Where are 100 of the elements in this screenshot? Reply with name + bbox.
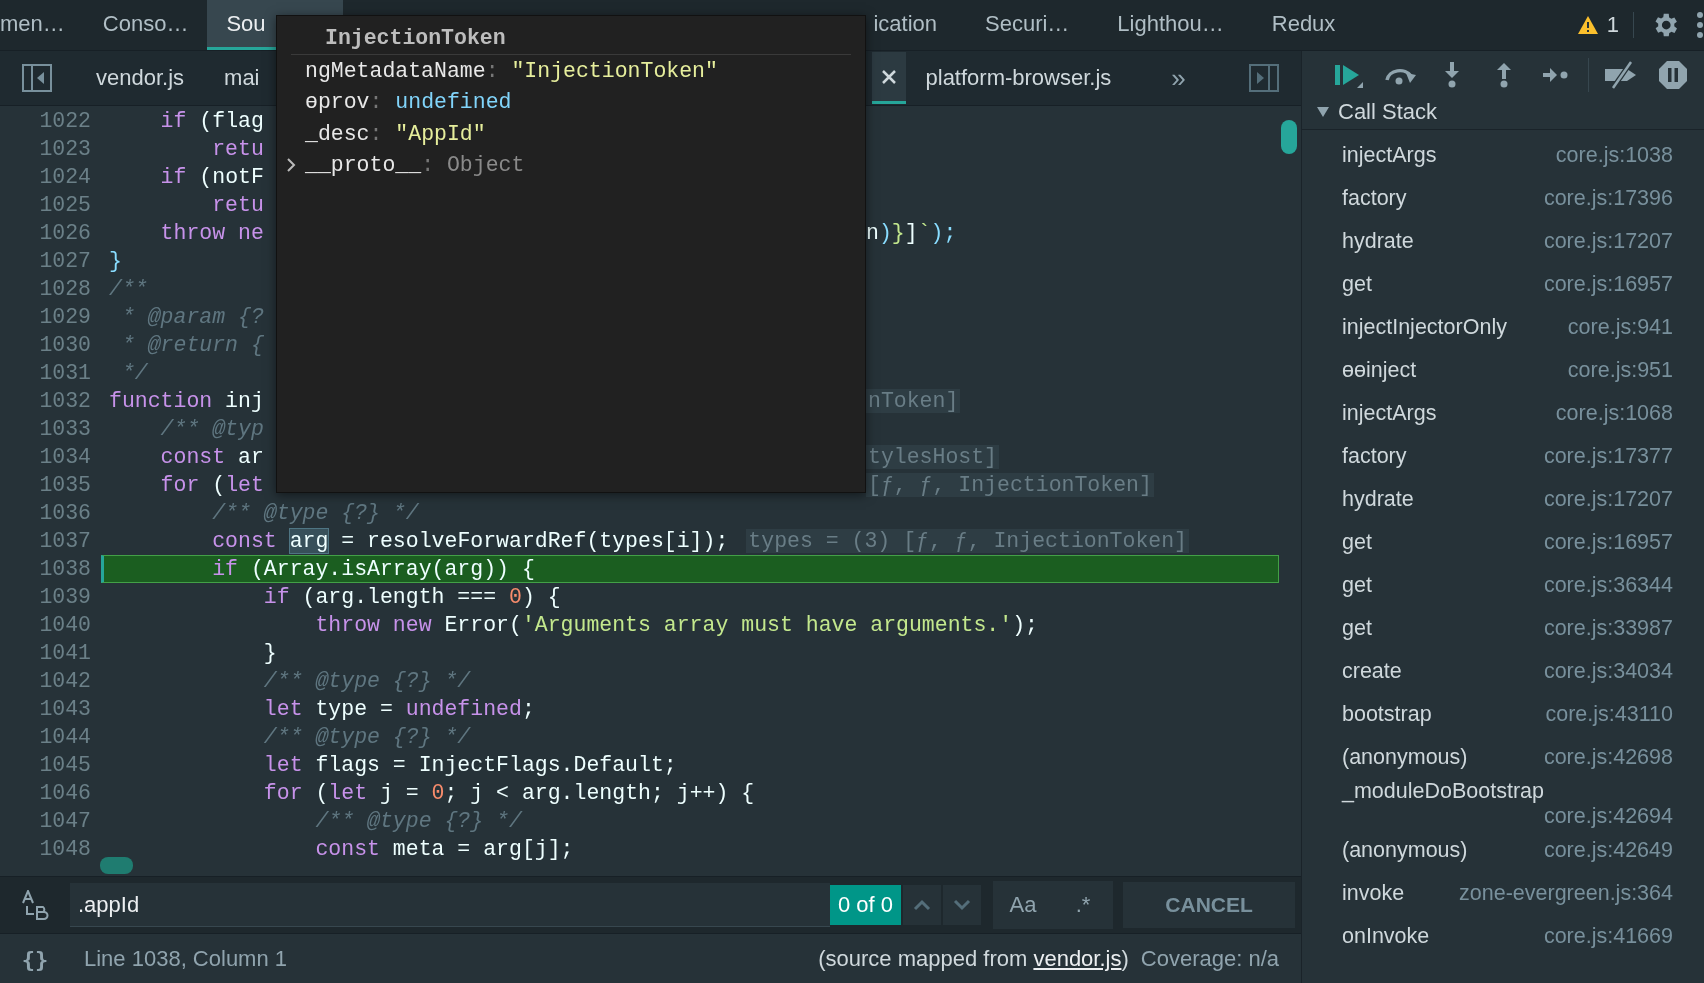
call-frame[interactable]: (anonymous) core.js:42649 <box>1302 829 1704 872</box>
code-line: /** @type {?} */ <box>314 809 522 833</box>
line-number: 1026 <box>38 221 91 245</box>
line-number: 1029 <box>38 305 91 329</box>
call-frame[interactable]: factory core.js:17396 <box>1302 177 1704 220</box>
object-property: _desc: "AppId" <box>304 120 487 148</box>
code-line: /** @type {?} */ <box>262 725 471 749</box>
call-frame[interactable]: hydrate core.js:17207 <box>1302 220 1704 263</box>
code-line: /** @type {?} */ <box>262 669 471 693</box>
popover-title: InjectionToken <box>291 22 851 55</box>
code-line: * @return { <box>120 333 264 357</box>
call-frame[interactable]: get core.js:33987 <box>1302 607 1704 650</box>
object-property: ɵprov: undefined <box>304 89 513 117</box>
match-count: 0 of 0 <box>830 885 902 925</box>
panel-tab[interactable]: Securi… <box>961 0 1094 50</box>
code-line: const arg = resolveForwardRef(types[i]); <box>211 529 729 553</box>
line-number: 1042 <box>38 669 91 693</box>
code-line: throw new Error('Arguments array must have arguments.'); <box>314 613 1038 637</box>
code-line: /** <box>109 277 148 301</box>
panel-tab[interactable]: men… <box>0 0 84 50</box>
call-frame[interactable]: onInvoke core.js:41669 <box>1302 915 1704 958</box>
call-frame[interactable]: get core.js:36344 <box>1302 564 1704 607</box>
line-number: 1027 <box>38 249 91 273</box>
line-number: 1034 <box>38 445 91 469</box>
line-number: 1044 <box>38 725 91 749</box>
call-frame[interactable]: invoke zone-evergreen.js:364 <box>1302 872 1704 915</box>
code-fragment: n)}]`); <box>866 221 957 245</box>
code-line: throw ne <box>159 221 264 245</box>
line-number: 1036 <box>38 501 91 525</box>
line-number: 1023 <box>38 137 91 161</box>
more-tabs-button[interactable]: » <box>1171 62 1186 94</box>
call-frame[interactable]: injectArgs core.js:1038 <box>1302 134 1704 177</box>
line-number: 1033 <box>38 417 91 441</box>
call-frame[interactable]: injectInjectorOnly core.js:941 <box>1302 306 1704 349</box>
call-frame[interactable]: hydrate core.js:17207 <box>1302 478 1704 521</box>
object-property: ngMetadataName: "InjectionToken" <box>304 57 719 85</box>
panel-tab[interactable]: ication <box>873 0 961 50</box>
source-map-note: (source mapped from vendor.js) <box>818 946 1129 972</box>
coverage-label: Coverage: n/a <box>1140 946 1279 972</box>
code-line: const meta = arg[j]; <box>314 837 574 861</box>
call-frame[interactable]: get core.js:16957 <box>1302 263 1704 306</box>
line-number: 1046 <box>38 781 91 805</box>
line-number: 1022 <box>38 109 91 133</box>
section-title[interactable]: Call Stack <box>1338 99 1438 125</box>
call-frame[interactable]: _moduleDoBootstrap core.js:42694 <box>1302 779 1704 829</box>
line-number: 1039 <box>38 585 91 609</box>
call-frame[interactable]: (anonymous) core.js:42698 <box>1302 736 1704 779</box>
line-number: 1037 <box>38 529 91 553</box>
panel-tab[interactable]: Conso… <box>83 0 208 50</box>
inline-value: [ƒ, ƒ, InjectionToken] <box>866 473 1154 497</box>
file-tab[interactable]: platform-browser.js <box>905 65 1132 91</box>
call-frame[interactable]: factory core.js:17377 <box>1302 435 1704 478</box>
code-line: retu <box>211 193 264 217</box>
line-number: 1032 <box>38 389 91 413</box>
line-number: 1028 <box>38 277 91 301</box>
code-line: } <box>109 249 122 273</box>
code-line: /** @type {?} */ <box>211 501 419 525</box>
file-tab[interactable]: vendor.js <box>76 65 205 91</box>
code-line: if (flag <box>159 109 264 133</box>
code-line: let flags = InjectFlags.Default; <box>262 753 677 777</box>
panel-tab[interactable]: Redux <box>1247 0 1360 50</box>
source-link[interactable]: vendor.js <box>1033 946 1122 971</box>
call-frame[interactable]: create core.js:34034 <box>1302 650 1704 693</box>
line-number: 1045 <box>38 753 91 777</box>
line-number: 1047 <box>38 809 91 833</box>
code-line: if (Array.isArray(arg)) { <box>211 557 535 581</box>
code-line: /** @typ <box>159 417 264 441</box>
call-frame[interactable]: ɵɵinject core.js:951 <box>1302 349 1704 392</box>
panel-tab[interactable]: Lighthou… <box>1093 0 1248 50</box>
match-case-button[interactable]: Aa <box>993 881 1054 929</box>
call-frame[interactable]: injectArgs core.js:1068 <box>1302 392 1704 435</box>
code-line: if (arg.length === 0) { <box>262 585 561 609</box>
code-line: if (notF <box>159 165 264 189</box>
cancel-button[interactable]: CANCEL <box>1123 882 1296 928</box>
file-tab[interactable]: mai <box>204 65 280 91</box>
code-line: function inj <box>109 389 264 413</box>
line-number: 1041 <box>38 641 91 665</box>
search-field[interactable]: .appId <box>70 883 830 927</box>
regex-button[interactable]: .* <box>1053 881 1114 929</box>
call-frame[interactable]: get core.js:16957 <box>1302 521 1704 564</box>
inline-value: types = (3) [ƒ, ƒ, InjectionToken] <box>746 529 1189 553</box>
code-line: let type = undefined; <box>262 697 535 721</box>
inline-value: tylesHost] <box>866 445 1000 469</box>
line-number: 1038 <box>38 557 91 581</box>
cursor-position: Line 1038, Column 1 <box>84 946 288 972</box>
object-property[interactable]: __proto__: Object <box>291 149 851 181</box>
code-line: for (let <box>159 473 264 497</box>
code-line: retu <box>211 137 264 161</box>
warning-counter[interactable]: 1 <box>1576 12 1634 38</box>
code-line: * @param {? <box>120 305 264 329</box>
code-line: } <box>262 641 277 665</box>
line-number: 1024 <box>38 165 91 189</box>
inline-value: nToken] <box>866 389 961 413</box>
code-line: const ar <box>159 445 264 469</box>
line-number: 1025 <box>38 193 91 217</box>
line-number: 1043 <box>38 697 91 721</box>
code-line: for (let j = 0; j < arg.length; j++) { <box>262 781 755 805</box>
call-frame[interactable]: bootstrap core.js:43110 <box>1302 693 1704 736</box>
pretty-print-button[interactable]: {} <box>0 946 70 972</box>
line-number: 1030 <box>38 333 91 357</box>
